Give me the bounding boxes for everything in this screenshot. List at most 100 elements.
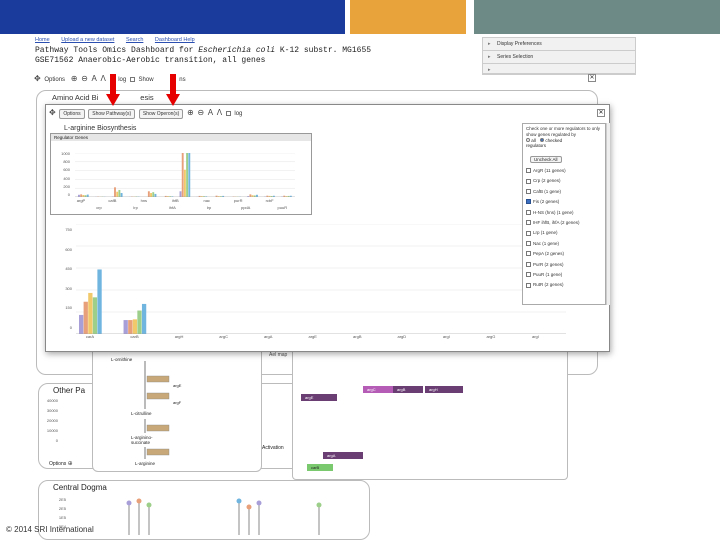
main-chart-xticks: carA carB argH argC argA argE argB argD argI argG… [76,334,566,342]
operon-gene-argH[interactable]: argH [425,386,463,393]
move-icon[interactable]: ✥ [49,108,56,117]
show-pathways-button[interactable]: Show Pathway(s) [88,109,136,119]
bar-ihfB [179,191,182,197]
filter-checkbox[interactable] [526,178,531,184]
bar-carB [132,319,138,334]
filter-item[interactable]: Fis (2 genes) [526,197,602,207]
regulator-bar-chart [75,153,295,197]
filter-checkbox[interactable] [526,251,531,257]
filter-item[interactable]: PuuR (1 gene) [526,270,602,280]
bar-hns [154,193,157,197]
other-yticks: 40000 30000 20000 10000 0 [46,398,58,443]
filter-checkbox[interactable] [526,168,531,174]
bar-carA [97,269,102,334]
close-icon[interactable]: ✕ [588,74,596,82]
zoom-in-icon[interactable]: ⊕ [187,108,194,117]
filter-item[interactable]: CafB (1 gene) [526,187,602,197]
header-stripe-blue [0,0,345,34]
nav-home[interactable]: Home [35,37,50,43]
side-item-partial[interactable] [483,64,635,74]
zoom-out-icon[interactable]: ⊖ [197,108,204,117]
filter-item[interactable]: H-NS (hns) (1 gene) [526,208,602,218]
bar-purR [256,194,258,197]
zoom-in-icon: ⊕ [67,461,73,467]
bar-hns [150,193,152,197]
filter-checkbox[interactable] [526,241,531,247]
x-tick-label: argC [219,334,228,339]
filter-item[interactable]: IHF ihfB, ihfA (2 genes) [526,218,602,228]
log-checkbox[interactable] [225,110,231,116]
inset-xticks-top: argP cafB hns ihfB nac purR rcbF [75,198,295,204]
filter-regulators-label: regulators [526,143,547,148]
options-label[interactable]: Options [44,77,65,83]
show-checkbox[interactable] [129,76,135,82]
zoom-in-icon[interactable]: ⊕ [71,74,78,83]
filter-item[interactable]: Crp (2 genes) [526,176,602,186]
filter-item[interactable]: PurR (2 genes) [526,260,602,270]
bar-argP [78,194,80,197]
central-dogma-lollipops [126,498,322,535]
operon-gene-argA[interactable]: argA [323,452,363,459]
bar-carB [128,320,133,334]
font-icon[interactable]: A [91,74,96,83]
filter-checkbox[interactable] [526,230,531,236]
series-selection-item[interactable]: Series Selection [483,51,635,64]
move-icon[interactable]: ✥ [34,74,41,83]
filter-checkbox[interactable] [526,272,531,278]
filter-checked-radio[interactable] [540,138,545,142]
filter-checkbox[interactable] [526,209,531,215]
x-tick-label: purR [233,198,243,203]
filter-item[interactable]: Nac (1 gene) [526,239,602,249]
nav-upload[interactable]: Upload a new dataset [61,37,114,43]
popup-options-button[interactable]: Options [59,109,85,119]
filter-item[interactable]: Lrp (1 gene) [526,228,602,238]
inset-xticks-bottom: crp lrp ihfA lrp ppdA puuR [75,205,295,211]
filter-item[interactable]: ArgR (11 genes) [526,166,602,176]
filter-checkbox[interactable] [526,220,531,226]
font-icon[interactable]: A [208,108,213,117]
zoom-out-icon[interactable]: ⊖ [81,74,88,83]
regulator-inset-title: Regulator Genes [51,134,311,141]
red-arrow-show-pathways [106,74,120,106]
filter-item-label: H-NS (hns) (1 gene) [533,209,574,215]
filter-item-label: RutR (2 genes) [533,282,564,288]
filter-checkbox[interactable] [526,189,531,195]
filter-all-radio[interactable] [526,138,530,142]
bar-carB [137,310,142,334]
show-suffix: ns [179,77,186,83]
operon-gene-argC[interactable]: argC [363,386,393,393]
bar-cafB [120,193,123,197]
nav-search[interactable]: Search [126,37,143,43]
operon-gene-carB[interactable]: carB [307,464,333,471]
header-stripe-teal [474,0,720,34]
bar-ihfB [188,153,191,197]
page-title: Pathway Tools Omics Dashboard for Escher… [35,46,372,65]
show-operons-button[interactable]: Show Operon(s) [138,109,184,119]
activation-label: Activation [262,445,284,451]
filter-checkbox[interactable] [526,261,531,267]
x-tick-label: ihfB [171,198,179,203]
uncheck-all-button[interactable]: Uncheck All [530,156,562,163]
lambda-icon[interactable]: Λ [217,108,222,117]
central-dogma-title: Central Dogma [53,483,107,492]
filter-checkbox[interactable] [526,199,531,205]
regulator-inset: Regulator Genes 1000 800 600 400 200 0 a… [50,133,312,215]
other-panel-title: Other Pa [53,386,86,395]
filter-scrollbar[interactable] [606,123,610,305]
filter-item[interactable]: PepA (2 genes) [526,249,602,259]
popup-subtitle: L-arginine Biosynthesis [64,125,137,132]
bar-carB [123,320,128,334]
nav-help[interactable]: Dashboard Help [155,37,195,43]
other-options[interactable]: Options ⊕ [49,460,75,467]
operon-gene-argE[interactable]: argE [301,394,337,401]
bar-ihfB [181,153,184,197]
bar-cafB [116,191,119,197]
filter-item[interactable]: RutR (2 genes) [526,280,602,290]
display-preferences-item[interactable]: Display Preferences [483,38,635,51]
filter-checkbox[interactable] [526,282,531,288]
show-label: Show [138,77,154,83]
filter-item-label: CafB (1 gene) [533,188,562,194]
x-tick-label: argH [174,334,184,339]
popup-close-icon[interactable]: ✕ [597,109,605,117]
operon-gene-argB[interactable]: argB [393,386,423,393]
